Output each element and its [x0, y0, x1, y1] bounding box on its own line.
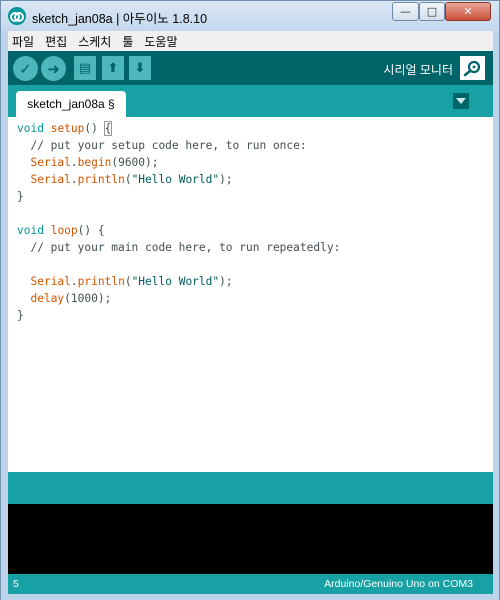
code-token: void [17, 122, 44, 135]
code-token: . [70, 156, 78, 169]
console-output[interactable] [8, 504, 493, 574]
minimize-button[interactable]: — [392, 2, 419, 21]
arrow-down-icon: ⬇ [134, 60, 146, 76]
code-line: void setup() { [17, 120, 493, 137]
menu-tools[interactable]: 툴 [122, 33, 133, 50]
menu-sketch[interactable]: 스케치 [78, 33, 111, 50]
maximize-button[interactable]: □ [419, 2, 445, 21]
code-token: () { [77, 224, 105, 237]
tab-sketch-jan08a[interactable]: sketch_jan08a § [16, 91, 126, 117]
code-token: // put your main code here, to run repea… [17, 241, 341, 254]
code-token: println [77, 275, 125, 288]
code-token: "Hello World" [131, 275, 220, 288]
code-token: . [70, 173, 78, 186]
code-token: delay [30, 292, 65, 305]
code-token: ( [124, 173, 132, 186]
code-token: } [17, 190, 24, 203]
upload-button[interactable]: ➜ [41, 56, 66, 81]
checkmark-icon: ✓ [19, 59, 32, 78]
code-editor[interactable]: void setup() { // put your setup code he… [8, 117, 493, 472]
code-token: } [17, 309, 24, 322]
code-token: void [17, 224, 44, 237]
code-line: Serial.begin(9600); [17, 154, 493, 171]
code-line: // put your main code here, to run repea… [17, 239, 493, 256]
board-port-status: Arduino/Genuino Uno on COM3 [324, 578, 473, 590]
code-token: (9600); [111, 156, 159, 169]
menu-help[interactable]: 도움말 [144, 33, 177, 50]
tab-menu-button[interactable] [453, 93, 469, 109]
code-token: println [77, 173, 125, 186]
window-bottom-edge [1, 594, 499, 600]
code-line: Serial.println("Hello World"); [17, 273, 493, 290]
new-file-icon: ▤ [78, 60, 92, 76]
code-token: (1000); [64, 292, 112, 305]
code-token: () [84, 122, 105, 135]
code-token: "Hello World" [131, 173, 220, 186]
line-number: 5 [13, 578, 19, 590]
code-token: begin [77, 156, 112, 169]
code-token: // put your setup code here, to run once… [17, 139, 307, 152]
code-token: ); [219, 275, 233, 288]
menu-edit[interactable]: 편집 [45, 33, 67, 50]
serial-monitor-button[interactable] [460, 56, 485, 80]
code-token: Serial [30, 173, 71, 186]
code-token: ( [124, 275, 132, 288]
toolbar: ✓ ➜ ▤ ⬆ ⬇ 시리얼 모니터 [8, 51, 493, 85]
close-button[interactable]: ✕ [445, 2, 491, 21]
code-token: Serial [30, 156, 71, 169]
title-bar[interactable]: sketch_jan08a | 아두이노 1.8.10 — □ ✕ [1, 1, 499, 31]
arrow-up-icon: ⬆ [107, 60, 119, 76]
code-token: . [70, 275, 78, 288]
code-token: setup [50, 122, 85, 135]
code-line: // put your setup code here, to run once… [17, 137, 493, 154]
verify-button[interactable]: ✓ [13, 56, 38, 81]
menu-file[interactable]: 파일 [12, 33, 34, 50]
tab-bar: sketch_jan08a § [8, 85, 493, 117]
code-line: } [17, 188, 493, 205]
arrow-right-icon: ➜ [47, 59, 60, 78]
code-token: { [103, 121, 113, 136]
new-sketch-button[interactable]: ▤ [74, 56, 96, 80]
code-token: ); [219, 173, 233, 186]
chevron-down-icon [456, 98, 466, 104]
open-sketch-button[interactable]: ⬆ [102, 56, 124, 80]
code-line: void loop() { [17, 222, 493, 239]
console-divider[interactable] [8, 472, 493, 504]
serial-monitor-label: 시리얼 모니터 [383, 63, 453, 77]
code-line: Serial.println("Hello World"); [17, 171, 493, 188]
arduino-ide-window: sketch_jan08a | 아두이노 1.8.10 — □ ✕ 파일 편집 … [0, 0, 500, 600]
code-token: Serial [30, 275, 71, 288]
save-sketch-button[interactable]: ⬇ [129, 56, 151, 80]
menu-bar: 파일 편집 스케치 툴 도움말 [8, 31, 493, 51]
window-title: sketch_jan08a | 아두이노 1.8.10 [32, 12, 208, 26]
arduino-logo-icon [8, 7, 26, 25]
status-bar: 5 Arduino/Genuino Uno on COM3 [8, 574, 493, 594]
code-line: delay(1000); [17, 290, 493, 307]
code-token: loop [50, 224, 78, 237]
code-line: } [17, 307, 493, 324]
magnifier-icon [463, 60, 480, 77]
